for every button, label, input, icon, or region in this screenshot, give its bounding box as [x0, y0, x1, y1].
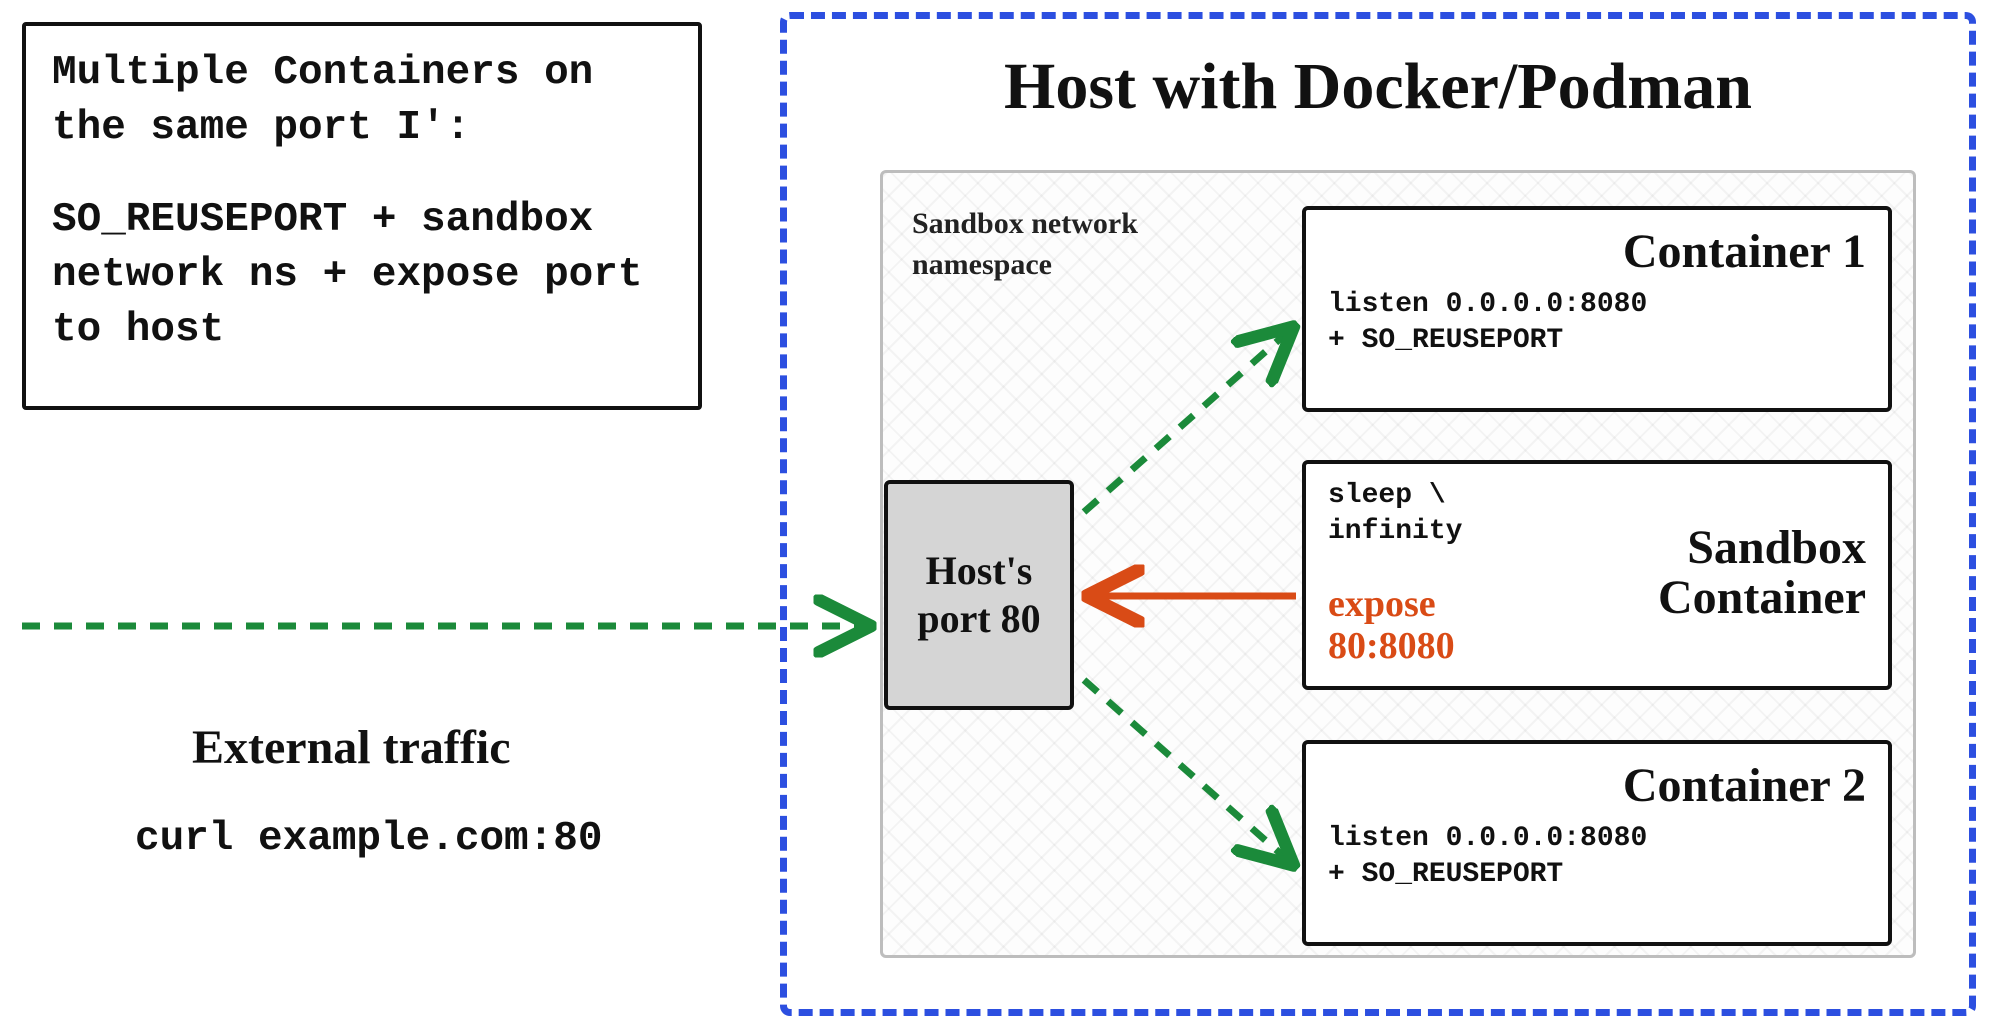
container-2: Container 2 listen 0.0.0.0:8080 + SO_REU…: [1302, 740, 1892, 946]
caption-line-1: Multiple Containers on the same port I':: [52, 46, 672, 157]
external-traffic-title: External traffic: [192, 720, 511, 775]
sandbox-cmd-1: sleep \: [1328, 478, 1543, 514]
container-1: Container 1 listen 0.0.0.0:8080 + SO_REU…: [1302, 206, 1892, 412]
expose-line-2: 80:8080: [1328, 626, 1543, 668]
sandbox-container: sleep \ infinity expose 80:8080 Sandbox …: [1302, 460, 1892, 690]
external-traffic-command: curl example.com:80: [135, 816, 602, 862]
caption-line-2: SO_REUSEPORT + sandbox network ns + expo…: [52, 193, 672, 359]
container-1-listen: listen 0.0.0.0:8080: [1328, 287, 1866, 323]
container-1-title: Container 1: [1328, 224, 1866, 279]
expose-line-1: expose: [1328, 584, 1543, 626]
sandbox-cmd-2: infinity: [1328, 514, 1543, 550]
container-2-listen: listen 0.0.0.0:8080: [1328, 821, 1866, 857]
host-title: Host with Docker/Podman: [787, 49, 1969, 125]
container-1-opt: + SO_REUSEPORT: [1328, 323, 1866, 359]
sandbox-namespace-label: Sandbox network namespace: [912, 204, 1212, 285]
sandbox-container-title: Sandbox Container: [1555, 523, 1866, 624]
host-port-80: Host's port 80: [884, 480, 1074, 710]
container-2-title: Container 2: [1328, 758, 1866, 813]
container-2-opt: + SO_REUSEPORT: [1328, 857, 1866, 893]
caption-box: Multiple Containers on the same port I':…: [22, 22, 702, 410]
